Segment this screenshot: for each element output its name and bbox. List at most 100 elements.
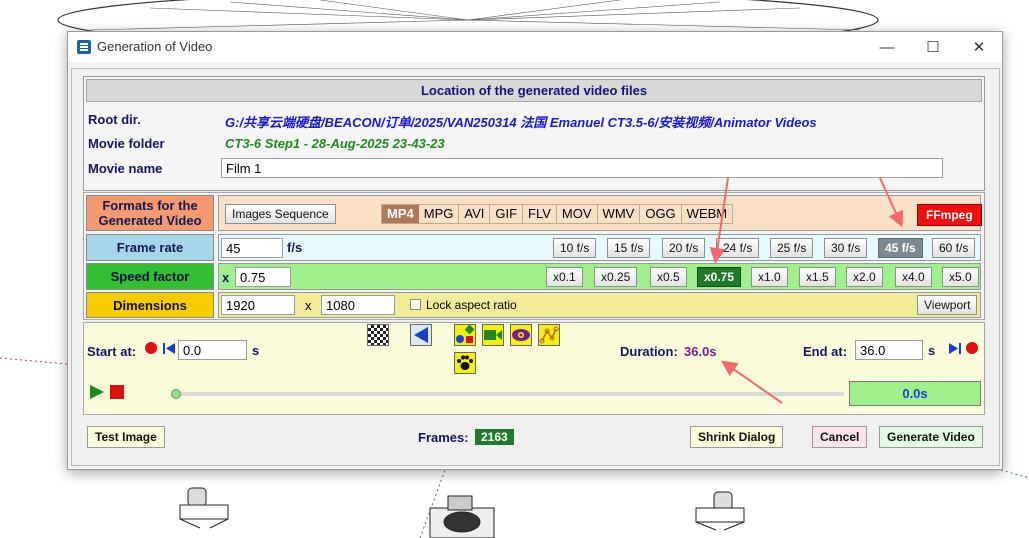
fps-45-button[interactable]: 45 f/s xyxy=(878,238,923,258)
options-section: Formats for the Generated Video Images S… xyxy=(83,192,985,320)
start-input[interactable]: 0.0 xyxy=(178,340,247,360)
shapes-icon[interactable] xyxy=(454,324,476,346)
shrink-dialog-button[interactable]: Shrink Dialog xyxy=(690,426,784,448)
speed-prefix: x xyxy=(222,270,230,285)
start-unit: s xyxy=(252,343,260,358)
timeline-slider-track[interactable] xyxy=(176,392,844,396)
location-section: Location of the generated video files Ro… xyxy=(83,76,985,191)
dialog-content: Location of the generated video files Ro… xyxy=(71,68,1000,466)
speed-1-5-button[interactable]: x1.5 xyxy=(799,267,836,287)
format-ogg[interactable]: OGG xyxy=(639,205,680,223)
format-wmv[interactable]: WMV xyxy=(596,205,640,223)
frame-rate-panel: 45 f/s 10 f/s 15 f/s 20 f/s 24 f/s 25 f/… xyxy=(218,234,981,261)
window-title: Generation of Video xyxy=(97,39,213,54)
skip-to-end-icon[interactable] xyxy=(948,342,961,355)
speed-1-0-button[interactable]: x1.0 xyxy=(751,267,788,287)
dimension-separator: x xyxy=(305,298,312,313)
path-icon[interactable] xyxy=(538,324,560,346)
format-flv[interactable]: FLV xyxy=(522,205,556,223)
format-avi[interactable]: AVI xyxy=(458,205,489,223)
caster-wheel-right xyxy=(695,491,745,531)
movie-folder-label: Movie folder xyxy=(88,136,165,151)
fps-25-button[interactable]: 25 f/s xyxy=(770,238,814,258)
fps-20-button[interactable]: 20 f/s xyxy=(662,238,706,258)
record-end-icon[interactable] xyxy=(966,342,978,354)
end-unit: s xyxy=(928,343,936,358)
format-mp4[interactable]: MP4 xyxy=(382,205,419,223)
speed-factor-input[interactable]: 0.75 xyxy=(235,267,291,287)
ffmpeg-button[interactable]: FFmpeg xyxy=(917,204,982,226)
root-dir-label: Root dir. xyxy=(88,112,141,127)
format-gif[interactable]: GIF xyxy=(489,205,522,223)
fps-30-button[interactable]: 30 f/s xyxy=(824,238,868,258)
close-icon: ✕ xyxy=(972,39,986,56)
caster-wheel-left xyxy=(179,487,229,529)
frames-value: 2163 xyxy=(475,429,514,445)
frame-rate-label: Frame rate xyxy=(86,234,214,261)
timeline-section: Start at: 0.0 s Duration: 36.0s End at: … xyxy=(83,322,985,415)
test-image-button[interactable]: Test Image xyxy=(87,426,165,448)
speed-0-5-button[interactable]: x0.5 xyxy=(650,267,687,287)
back-arrow-icon[interactable] xyxy=(410,324,432,346)
duration-value: 36.0s xyxy=(684,344,717,359)
timeline-slider-thumb[interactable] xyxy=(171,389,181,399)
format-selector: MP4 MPG AVI GIF FLV MOV WMV OGG WEBM xyxy=(381,204,734,224)
minimize-icon: — xyxy=(879,38,895,56)
checker-icon[interactable] xyxy=(367,324,389,346)
frame-rate-unit: f/s xyxy=(287,240,303,255)
speed-0-25-button[interactable]: x0.25 xyxy=(594,267,638,287)
movie-name-label: Movie name xyxy=(88,161,163,176)
images-sequence-button[interactable]: Images Sequence xyxy=(225,204,336,224)
close-button[interactable]: ✕ xyxy=(956,32,1002,62)
video-generation-dialog: Generation of Video — ☐ ✕ Location of th… xyxy=(67,31,1003,470)
play-icon[interactable] xyxy=(89,384,105,400)
minimize-button[interactable]: — xyxy=(864,32,910,62)
stop-icon[interactable] xyxy=(110,385,124,399)
speed-4-0-button[interactable]: x4.0 xyxy=(895,267,932,287)
end-input[interactable]: 36.0 xyxy=(855,340,923,360)
end-label: End at: xyxy=(803,344,848,359)
speed-0-75-button[interactable]: x0.75 xyxy=(697,267,742,287)
frames-label: Frames: xyxy=(418,430,469,445)
speed-factor-panel: x 0.75 x0.1 x0.25 x0.5 x0.75 x1.0 x1.5 x… xyxy=(218,263,981,290)
fps-24-button[interactable]: 24 f/s xyxy=(716,238,760,258)
generate-video-button[interactable]: Generate Video xyxy=(879,426,983,448)
movie-folder-value[interactable]: CT3-6 Step1 - 28-Aug-2025 23-43-23 xyxy=(225,136,445,151)
formats-panel: Images Sequence MP4 MPG AVI GIF FLV MOV … xyxy=(218,195,982,231)
current-time-display: 0.0s xyxy=(849,381,981,406)
height-input[interactable]: 1080 xyxy=(321,295,395,315)
format-mpg[interactable]: MPG xyxy=(419,205,459,223)
maximize-icon: ☐ xyxy=(926,39,940,56)
speed-5-0-button[interactable]: x5.0 xyxy=(942,267,979,287)
skip-to-start-icon[interactable] xyxy=(163,342,176,355)
camera-icon[interactable] xyxy=(482,324,504,346)
frame-rate-input[interactable]: 45 xyxy=(221,238,283,258)
movie-name-input[interactable]: Film 1 xyxy=(221,158,943,178)
dimensions-label: Dimensions xyxy=(86,292,214,318)
format-webm[interactable]: WEBM xyxy=(680,205,732,223)
title-bar: Generation of Video — ☐ ✕ xyxy=(68,32,1002,62)
duration-label: Duration: xyxy=(620,344,678,359)
app-icon xyxy=(77,40,91,54)
paw-icon[interactable] xyxy=(454,352,476,374)
cancel-button[interactable]: Cancel xyxy=(812,426,868,448)
speed-2-0-button[interactable]: x2.0 xyxy=(846,267,883,287)
formats-label: Formats for the Generated Video xyxy=(86,195,214,231)
fps-10-button[interactable]: 10 f/s xyxy=(553,238,597,258)
speed-0-1-button[interactable]: x0.1 xyxy=(546,267,583,287)
lock-aspect-label: Lock aspect ratio xyxy=(426,298,517,312)
format-mov[interactable]: MOV xyxy=(555,205,597,223)
speed-factor-label: Speed factor xyxy=(86,263,214,290)
record-start-icon[interactable] xyxy=(145,342,157,354)
width-input[interactable]: 1920 xyxy=(221,295,295,315)
maximize-button[interactable]: ☐ xyxy=(910,32,956,62)
fps-15-button[interactable]: 15 f/s xyxy=(607,238,651,258)
eye-icon[interactable] xyxy=(510,324,532,346)
viewport-button[interactable]: Viewport xyxy=(917,295,978,315)
root-dir-value[interactable]: G:/共享云端硬盘/BEACON/订单/2025/VAN250314 法国 Em… xyxy=(225,112,817,131)
start-label: Start at: xyxy=(87,344,137,359)
fps-60-button[interactable]: 60 f/s xyxy=(932,238,976,258)
machine-base xyxy=(429,495,495,538)
dimensions-panel: 1920 x 1080 Lock aspect ratio Viewport xyxy=(218,292,981,318)
lock-aspect-checkbox[interactable] xyxy=(410,299,421,310)
